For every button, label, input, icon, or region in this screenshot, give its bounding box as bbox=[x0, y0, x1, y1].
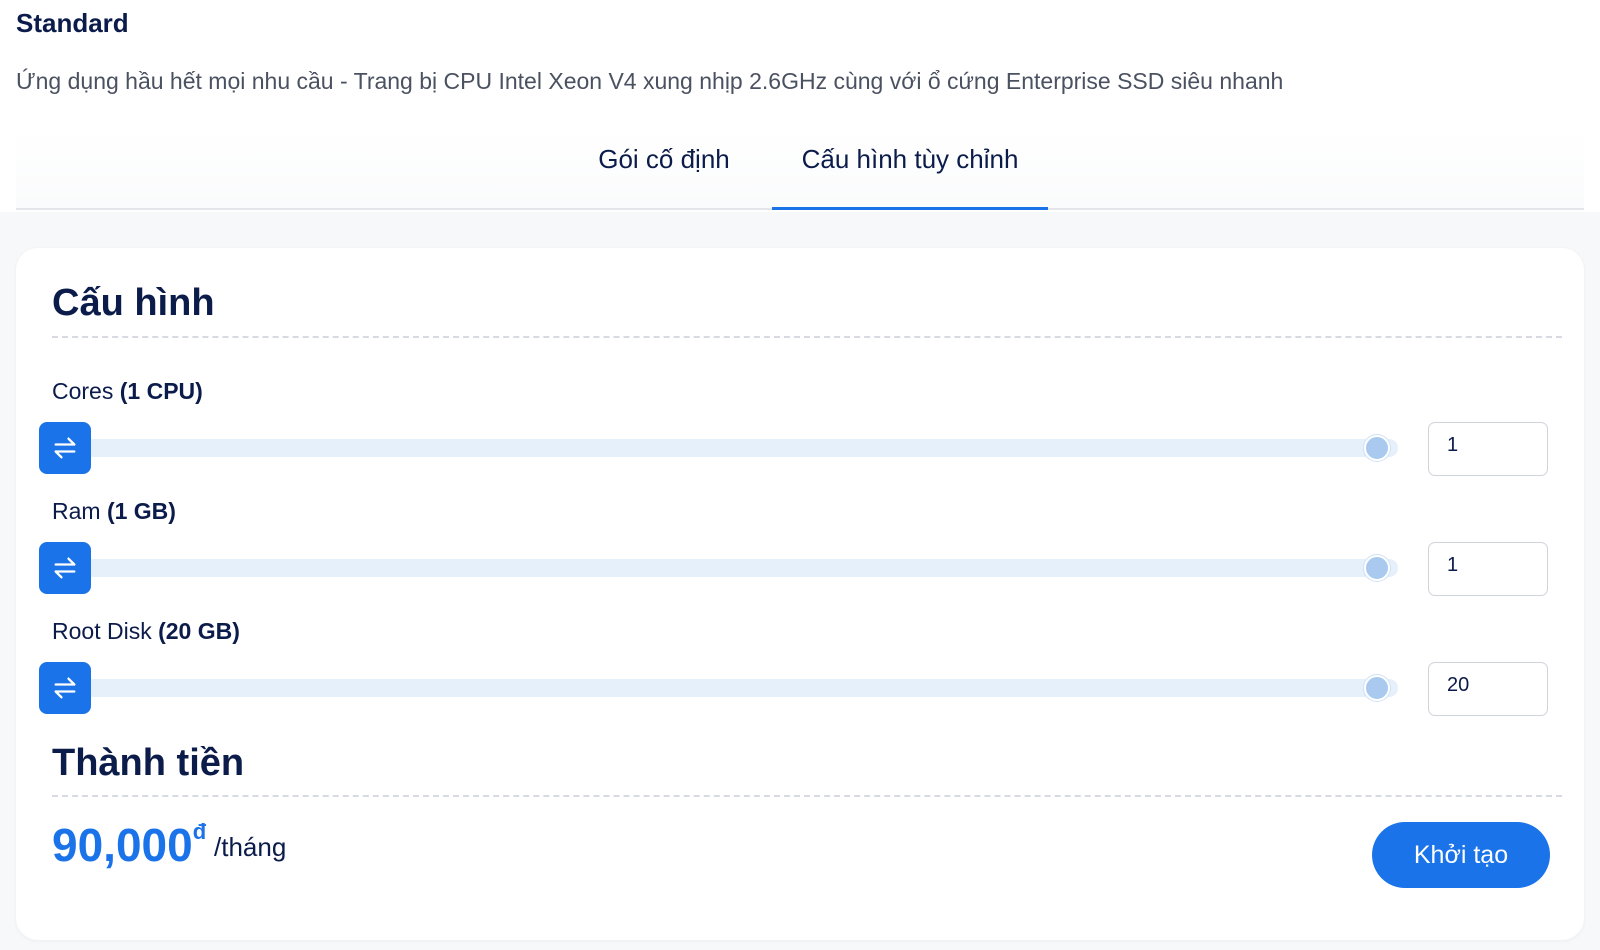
swap-arrows-icon bbox=[54, 437, 76, 459]
swap-arrows-icon bbox=[54, 677, 76, 699]
disk-slider-end-dot[interactable] bbox=[1364, 675, 1390, 701]
cores-value-text: (1 CPU) bbox=[119, 378, 203, 404]
cores-slider-handle[interactable] bbox=[39, 422, 91, 474]
price-period: /tháng bbox=[214, 832, 287, 862]
divider bbox=[52, 795, 1562, 797]
config-card: Cấu hình Cores (1 CPU) Ram (1 GB) Root D… bbox=[16, 248, 1584, 940]
swap-arrows-icon bbox=[54, 557, 76, 579]
ram-slider-track[interactable] bbox=[76, 559, 1398, 577]
disk-slider-handle[interactable] bbox=[39, 662, 91, 714]
price-amount: 90,000đ bbox=[52, 818, 206, 872]
ram-value-text: (1 GB) bbox=[106, 498, 176, 524]
plan-description: Ứng dụng hầu hết mọi nhu cầu - Trang bị … bbox=[16, 68, 1284, 94]
config-title: Cấu hình bbox=[52, 282, 215, 324]
disk-slider-track[interactable] bbox=[76, 679, 1398, 697]
cores-slider-track[interactable] bbox=[76, 439, 1398, 457]
ram-input[interactable] bbox=[1428, 542, 1548, 596]
disk-input[interactable] bbox=[1428, 662, 1548, 716]
total-title: Thành tiền bbox=[52, 742, 245, 784]
cores-label-text: Cores bbox=[52, 378, 114, 404]
create-button[interactable]: Khởi tạo bbox=[1372, 822, 1550, 888]
disk-value-text: (20 GB) bbox=[158, 618, 240, 644]
tab-bar: Gói cố định Cấu hình tùy chỉnh bbox=[16, 130, 1584, 210]
cores-slider-end-dot[interactable] bbox=[1364, 435, 1390, 461]
price-value: 90,000 bbox=[52, 819, 193, 871]
ram-slider-handle[interactable] bbox=[39, 542, 91, 594]
cores-input[interactable] bbox=[1428, 422, 1548, 476]
ram-label: Ram (1 GB) bbox=[52, 498, 176, 525]
tab-fixed-package[interactable]: Gói cố định bbox=[564, 144, 764, 208]
disk-label-text: Root Disk bbox=[52, 618, 152, 644]
ram-label-text: Ram bbox=[52, 498, 101, 524]
ram-slider-end-dot[interactable] bbox=[1364, 555, 1390, 581]
cores-label: Cores (1 CPU) bbox=[52, 378, 203, 405]
disk-label: Root Disk (20 GB) bbox=[52, 618, 240, 645]
currency-symbol: đ bbox=[192, 818, 207, 844]
plan-title: Standard bbox=[16, 8, 129, 38]
divider bbox=[52, 336, 1562, 338]
tab-custom-config[interactable]: Cấu hình tùy chỉnh bbox=[772, 144, 1048, 210]
